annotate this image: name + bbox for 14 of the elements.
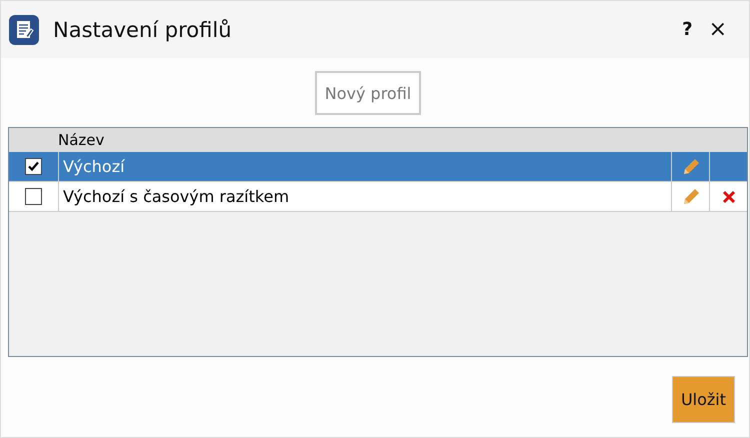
delete-icon[interactable] [722,190,736,204]
new-profile-button[interactable]: Nový profil [314,71,422,115]
column-header: Název [58,131,104,149]
checkbox[interactable] [25,158,42,175]
profile-name: Výchozí s časovým razítkem [63,187,290,206]
window-title: Nastavení profilů [53,18,232,42]
profile-name: Výchozí [63,157,125,176]
app-icon [9,14,39,44]
help-button[interactable]: ? [674,19,701,40]
table-row[interactable]: Výchozí s časovým razítkem [9,182,747,212]
close-button[interactable]: × [700,17,735,42]
checkbox[interactable] [25,188,42,205]
table-row[interactable]: Výchozí [9,152,747,182]
save-button[interactable]: Uložit [672,376,735,423]
